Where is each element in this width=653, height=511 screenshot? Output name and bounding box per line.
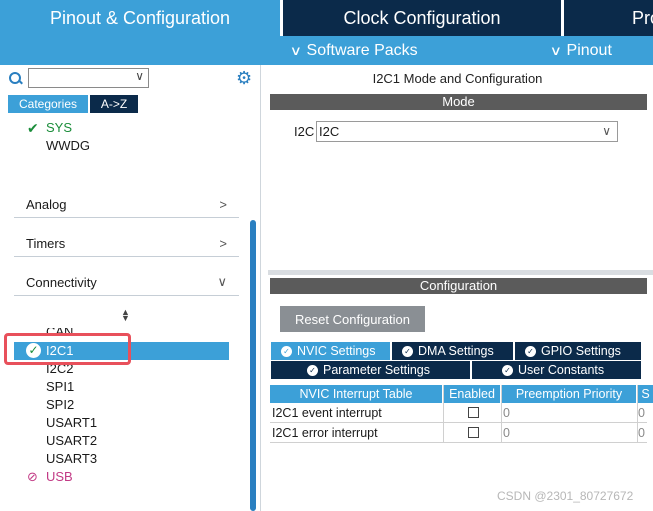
group-timers-label: Timers bbox=[26, 236, 66, 251]
interrupt-name: I2C1 event interrupt bbox=[272, 406, 382, 420]
chevron-down-icon: ∨ bbox=[217, 274, 227, 289]
tab-gpio-settings-label: GPIO Settings bbox=[541, 344, 621, 358]
tab-user-constants-label: User Constants bbox=[518, 363, 605, 377]
interrupt-name: I2C1 error interrupt bbox=[272, 426, 378, 440]
software-packs-label: Software Packs bbox=[306, 41, 418, 59]
check-circle-icon: ✓ bbox=[502, 364, 513, 376]
sub-toolbar: ∨ Software Packs ∨ Pinout bbox=[0, 36, 653, 65]
check-circle-icon: ✓ bbox=[307, 364, 318, 376]
tab-project-manager[interactable]: Pro bbox=[564, 0, 653, 36]
group-timers[interactable]: Timers > bbox=[14, 227, 239, 257]
check-circle-icon: ✓ bbox=[402, 345, 413, 357]
list-item-usart1[interactable]: USART1 bbox=[46, 415, 97, 431]
pinout-label: Pinout bbox=[566, 41, 612, 59]
panel-title: I2C1 Mode and Configuration bbox=[372, 71, 543, 86]
column-divider bbox=[443, 385, 444, 443]
sub-priority-value[interactable]: 0 bbox=[638, 406, 645, 420]
check-icon: ✔ bbox=[27, 120, 39, 136]
tab-parameter-settings-label: Parameter Settings bbox=[323, 363, 430, 377]
tab-pinout-configuration[interactable]: Pinout & Configuration bbox=[0, 0, 280, 36]
group-analog[interactable]: Analog > bbox=[14, 188, 239, 218]
i2c-mode-value: I2C bbox=[319, 124, 340, 139]
column-header-enabled[interactable]: Enabled bbox=[444, 385, 500, 403]
chevron-down-icon: ∨ bbox=[549, 42, 562, 58]
configuration-header: Configuration bbox=[270, 278, 647, 294]
tab-a-to-z[interactable]: A->Z bbox=[90, 95, 138, 113]
chevron-down-icon[interactable]: ∨ bbox=[135, 69, 144, 83]
i2c-mode-select[interactable]: I2C ∨ bbox=[316, 121, 618, 142]
search-input[interactable]: ∨ bbox=[28, 68, 149, 88]
tab-user-constants[interactable]: ✓ User Constants bbox=[472, 361, 641, 379]
category-panel: ∨ ⚙ Categories A->Z ✔ SYS WWDG Analog > … bbox=[0, 65, 261, 511]
reset-configuration-button[interactable]: Reset Configuration bbox=[280, 306, 425, 332]
check-circle-icon: ✓ bbox=[525, 345, 536, 357]
top-tab-bar: Pinout & Configuration Clock Configurati… bbox=[0, 0, 653, 36]
chevron-down-icon[interactable]: ∨ bbox=[602, 122, 611, 141]
list-item-sys[interactable]: SYS bbox=[46, 120, 72, 136]
mode-configuration-panel: I2C1 Mode and Configuration Mode I2C I2C… bbox=[268, 65, 653, 511]
enabled-checkbox[interactable] bbox=[468, 427, 479, 438]
table-row[interactable]: I2C1 error interrupt 0 0 bbox=[270, 423, 647, 443]
search-row bbox=[8, 69, 24, 89]
tab-parameter-settings[interactable]: ✓ Parameter Settings bbox=[271, 361, 470, 379]
tab-categories[interactable]: Categories bbox=[8, 95, 88, 113]
tab-nvic-settings[interactable]: ✓ NVIC Settings bbox=[271, 342, 390, 360]
group-connectivity-label: Connectivity bbox=[26, 275, 97, 290]
column-header-preemption[interactable]: Preemption Priority bbox=[502, 385, 636, 403]
list-item-usart3[interactable]: USART3 bbox=[46, 451, 97, 467]
sort-icon[interactable]: ▲ ▼ bbox=[121, 308, 130, 323]
list-item-usb[interactable]: USB bbox=[46, 469, 73, 485]
column-divider bbox=[637, 385, 638, 443]
highlight-i2c1 bbox=[4, 333, 131, 365]
scrollbar[interactable] bbox=[250, 220, 256, 511]
pinout-menu[interactable]: ∨ Pinout bbox=[549, 36, 612, 65]
list-item-spi1[interactable]: SPI1 bbox=[46, 379, 74, 395]
column-divider bbox=[501, 385, 502, 443]
tab-nvic-settings-label: NVIC Settings bbox=[297, 344, 376, 358]
chevron-down-icon: ∨ bbox=[289, 42, 302, 58]
i2c-field-label: I2C bbox=[294, 124, 315, 139]
list-item-usart2[interactable]: USART2 bbox=[46, 433, 97, 449]
sub-priority-value[interactable]: 0 bbox=[638, 426, 645, 440]
group-connectivity[interactable]: Connectivity ∨ bbox=[14, 266, 239, 296]
search-icon[interactable] bbox=[8, 71, 24, 87]
software-packs-menu[interactable]: ∨ Software Packs bbox=[289, 36, 418, 65]
preemption-priority-value[interactable]: 0 bbox=[503, 426, 510, 440]
tab-gpio-settings[interactable]: ✓ GPIO Settings bbox=[515, 342, 641, 360]
list-item-wwdg[interactable]: WWDG bbox=[46, 138, 90, 154]
gear-icon[interactable]: ⚙ bbox=[236, 69, 254, 87]
list-item-spi2[interactable]: SPI2 bbox=[46, 397, 74, 413]
enabled-checkbox[interactable] bbox=[468, 407, 479, 418]
tab-clock-configuration[interactable]: Clock Configuration bbox=[283, 0, 561, 36]
mode-header: Mode bbox=[270, 94, 647, 110]
category-tabs: Categories A->Z bbox=[8, 95, 138, 113]
chevron-right-icon: > bbox=[219, 236, 227, 251]
column-header-sub-priority[interactable]: S bbox=[638, 385, 653, 403]
tab-dma-settings[interactable]: ✓ DMA Settings bbox=[392, 342, 513, 360]
ban-icon: ⊘ bbox=[27, 469, 38, 484]
check-circle-icon: ✓ bbox=[281, 345, 292, 357]
column-header-interrupt[interactable]: NVIC Interrupt Table bbox=[270, 385, 442, 403]
watermark: CSDN @2301_80727672 bbox=[497, 489, 634, 503]
preemption-priority-value[interactable]: 0 bbox=[503, 406, 510, 420]
group-analog-label: Analog bbox=[26, 197, 67, 212]
tab-dma-settings-label: DMA Settings bbox=[418, 344, 494, 358]
chevron-right-icon: > bbox=[219, 197, 227, 212]
table-row[interactable]: I2C1 event interrupt 0 0 bbox=[270, 403, 647, 423]
divider[interactable] bbox=[268, 270, 653, 275]
